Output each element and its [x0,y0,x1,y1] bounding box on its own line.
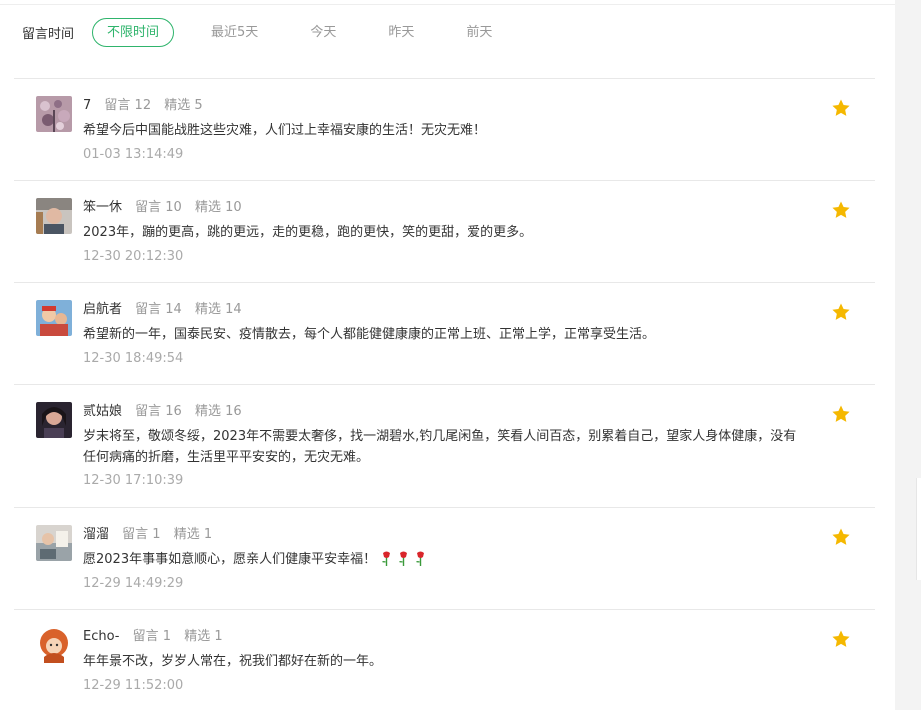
filter-tab-day-before-yesterday[interactable]: 前天 [451,18,507,47]
comment-time: 12-29 14:49:29 [83,576,184,591]
comment-time: 12-30 18:49:54 [83,351,184,366]
commenter-name[interactable]: 笨一休 [83,200,122,215]
commenter-name[interactable]: 7 [83,98,91,113]
filter-tab-all-time[interactable]: 不限时间 [92,17,175,47]
comment-text: 年年景不改，岁岁人常在，祝我们都好在新的一年。 [83,654,383,669]
comment-meta: 7 留言 12 精选 5 [83,96,212,116]
comment-text: 2023年，蹦的更高，跳的更远，走的更稳，跑的更快，笑的更甜，爱的更多。 [83,225,533,240]
featured-count: 精选 10 [194,200,242,215]
comment-item: 笨一休 留言 10 精选 10 2023年，蹦的更高，跳的更远，走的更稳，跑的更… [14,180,875,282]
commenter-name[interactable]: 启航者 [83,302,122,317]
comment-time: 12-30 17:10:39 [83,473,184,488]
star-icon[interactable] [831,98,851,118]
rose-icon [416,551,425,566]
filter-tab-last-5-days[interactable]: 最近5天 [196,18,273,47]
avatar[interactable] [36,627,72,663]
comment-text: 希望今后中国能战胜这些灾难，人们过上幸福安康的生活！无灾无难！ [83,123,487,138]
avatar[interactable] [36,96,72,132]
featured-count: 精选 1 [184,629,223,644]
comment-time: 12-30 20:12:30 [83,249,184,264]
comment-item: 溜溜 留言 1 精选 1 愿2023年事事如意顺心，愿亲人们健康平安幸福！ 12… [14,507,875,609]
comment-text-body: 愿2023年事事如意顺心，愿亲人们健康平安幸福！ [83,552,377,567]
avatar[interactable] [36,198,72,234]
star-icon[interactable] [831,200,851,220]
page-side-rail [895,0,921,710]
commenter-name[interactable]: 溜溜 [83,527,109,542]
comment-text: 岁末将至，敬颂冬绥，2023年不需要太奢侈，找一湖碧水,钓几尾闲鱼，笑看人间百态… [83,429,797,465]
comment-meta: 笨一休 留言 10 精选 10 [83,198,251,218]
star-icon[interactable] [831,527,851,547]
comment-count: 留言 14 [135,302,182,317]
comment-item: 7 留言 12 精选 5 希望今后中国能战胜这些灾难，人们过上幸福安康的生活！无… [14,78,875,180]
avatar[interactable] [36,525,72,561]
featured-count: 精选 14 [194,302,242,317]
commenter-name[interactable]: Echo- [83,629,120,644]
star-icon[interactable] [831,404,851,424]
comment-meta: 贰姑娘 留言 16 精选 16 [83,402,251,422]
comment-text: 希望新的一年，国泰民安、疫情散去，每个人都能健健康康的正常上班、正常上学，正常享… [83,327,656,342]
comment-count: 留言 12 [104,98,152,113]
star-icon[interactable] [831,629,851,649]
featured-count: 精选 16 [194,404,242,419]
comment-count: 留言 10 [135,200,182,215]
rose-icon [399,551,408,566]
filter-tab-yesterday[interactable]: 昨天 [373,18,429,47]
comment-meta: Echo- 留言 1 精选 1 [83,627,232,647]
star-icon[interactable] [831,302,851,322]
comment-text: 愿2023年事事如意顺心，愿亲人们健康平安幸福！ [83,549,798,570]
comment-item: 贰姑娘 留言 16 精选 16 岁末将至，敬颂冬绥，2023年不需要太奢侈，找一… [14,384,875,507]
comment-meta: 启航者 留言 14 精选 14 [83,300,251,320]
filter-label: 留言时间 [22,26,75,42]
comment-count: 留言 16 [135,404,182,419]
comment-list: 7 留言 12 精选 5 希望今后中国能战胜这些灾难，人们过上幸福安康的生活！无… [14,78,875,710]
featured-count: 精选 1 [173,527,213,542]
comment-time: 01-03 13:14:49 [83,147,184,162]
comment-meta: 溜溜 留言 1 精选 1 [83,525,221,545]
comment-count: 留言 1 [132,629,172,644]
time-filter-bar: 留言时间 不限时间 最近5天 今天 昨天 前天 [22,17,529,47]
featured-count: 精选 5 [164,98,203,113]
commenter-name[interactable]: 贰姑娘 [83,404,122,419]
comment-time: 12-29 11:52:00 [83,678,184,693]
filter-tab-today[interactable]: 今天 [295,18,351,47]
comment-item: 启航者 留言 14 精选 14 希望新的一年，国泰民安、疫情散去，每个人都能健健… [14,282,875,384]
side-panel-edge [916,478,921,580]
avatar[interactable] [36,300,72,336]
comment-item: Echo- 留言 1 精选 1 年年景不改，岁岁人常在，祝我们都好在新的一年。 … [14,609,875,710]
avatar[interactable] [36,402,72,438]
top-divider [0,4,895,5]
rose-icon [382,551,391,566]
comment-count: 留言 1 [122,527,161,542]
